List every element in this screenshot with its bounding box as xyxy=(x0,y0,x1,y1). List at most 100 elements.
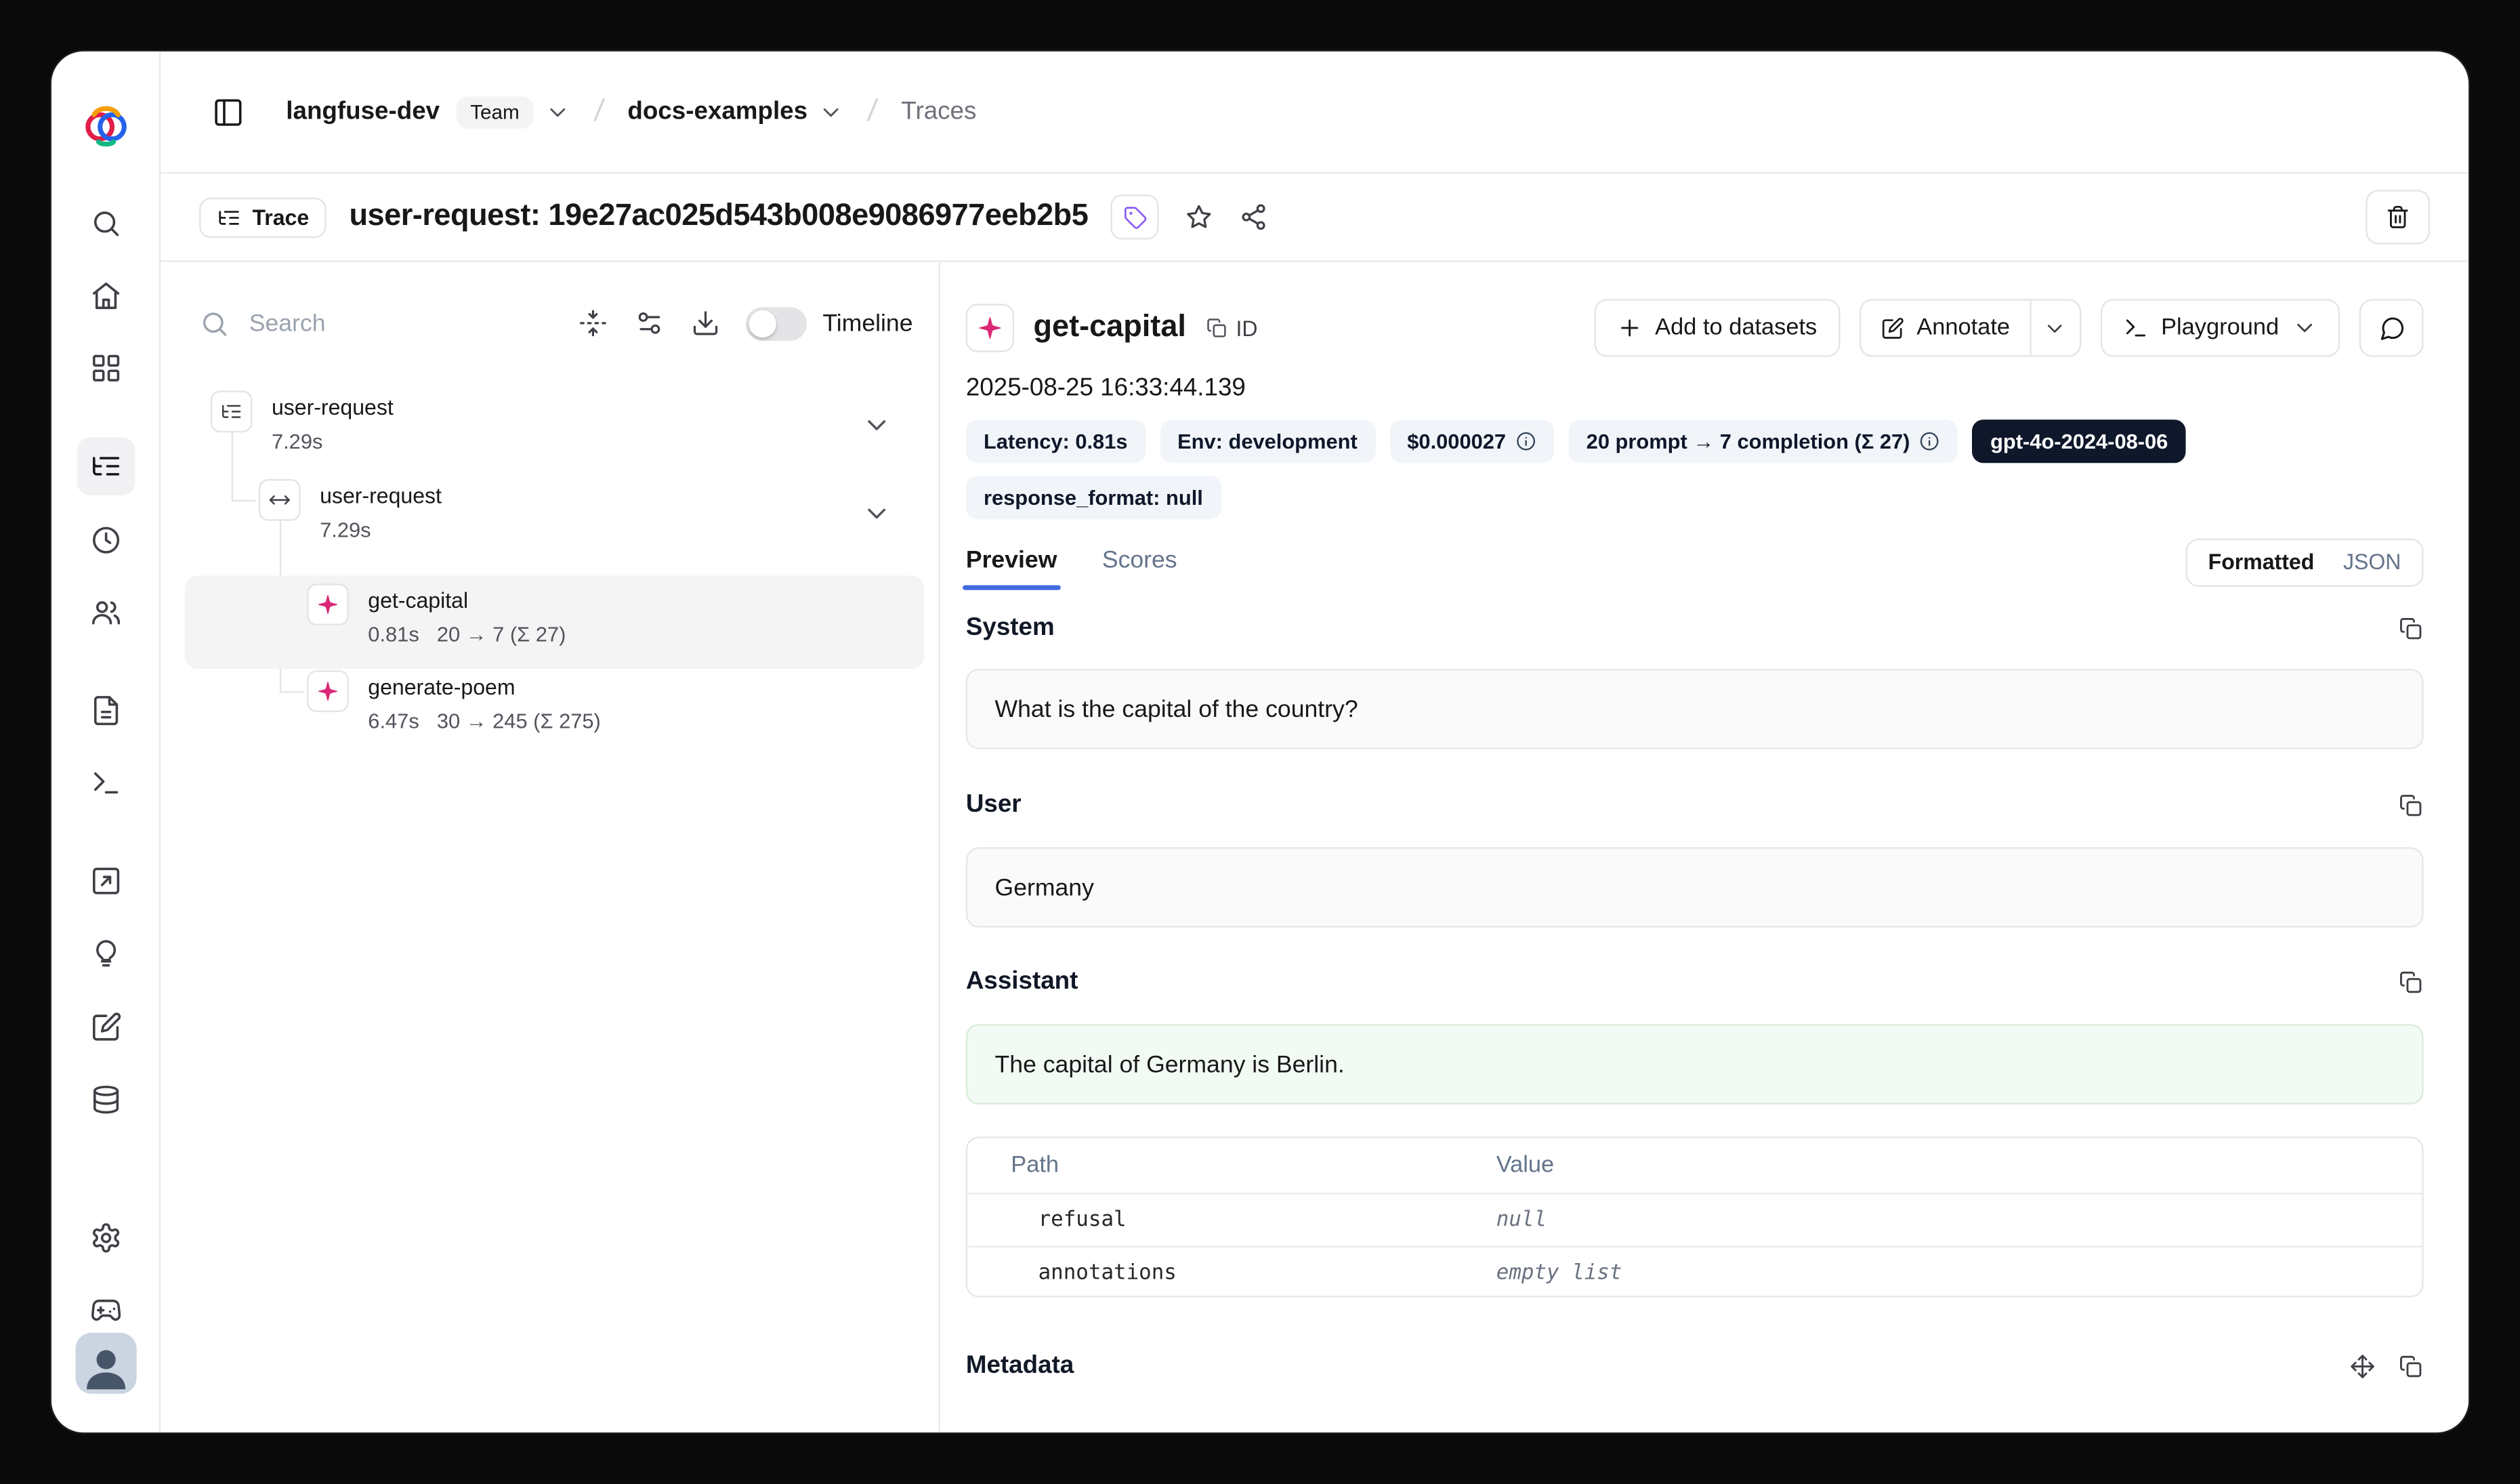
column-header-value: Value xyxy=(1496,1153,1554,1178)
system-message-text: What is the capital of the country? xyxy=(995,695,1358,722)
node-label: user-request xyxy=(320,479,442,513)
annotation-icon[interactable] xyxy=(77,998,135,1056)
system-section-header: System xyxy=(966,609,2424,648)
trash-icon xyxy=(2385,204,2411,230)
tracing-icon[interactable] xyxy=(77,437,135,495)
sidebar-toggle-icon[interactable] xyxy=(212,96,244,127)
playground-button[interactable]: Playground xyxy=(2100,299,2340,356)
share-button[interactable] xyxy=(1239,203,1268,232)
support-icon[interactable] xyxy=(77,1281,135,1339)
generation-icon xyxy=(307,670,349,712)
trace-header-bar: Trace user-request: 19e27ac025d543b008e9… xyxy=(161,173,2469,262)
format-json[interactable]: JSON xyxy=(2329,540,2416,585)
search-input[interactable] xyxy=(249,310,551,337)
copy-icon xyxy=(2398,970,2424,995)
trace-type-pill: Trace xyxy=(199,197,327,237)
langfuse-logo[interactable] xyxy=(82,100,130,148)
chevron-down-icon xyxy=(2292,315,2317,341)
info-icon[interactable] xyxy=(1515,431,1536,452)
latency-badge: Latency: 0.81s xyxy=(966,419,1146,463)
terminal-icon xyxy=(2122,315,2148,341)
download-button[interactable] xyxy=(691,309,720,338)
dashboards-icon[interactable] xyxy=(77,339,135,397)
annotate-label: Annotate xyxy=(1916,315,2010,341)
row-path: annotations xyxy=(1038,1261,1177,1285)
row-value: empty list xyxy=(1496,1261,1622,1285)
collapse-all-button[interactable] xyxy=(579,309,608,338)
prompts-icon[interactable] xyxy=(77,682,135,739)
annotate-button[interactable]: Annotate xyxy=(1860,301,2029,356)
tab-scores[interactable]: Scores xyxy=(1102,535,1177,590)
assistant-message-text: The capital of Germany is Berlin. xyxy=(995,1050,1345,1077)
node-label: get-capital xyxy=(368,583,566,617)
datasets-icon[interactable] xyxy=(77,1071,135,1128)
copy-id-button[interactable]: ID xyxy=(1205,316,1257,340)
tree-item-get-capital[interactable]: get-capital 0.81s 20 → 7 (Σ 27) xyxy=(185,575,924,669)
playground-icon[interactable] xyxy=(77,754,135,812)
annotate-dropdown-button[interactable] xyxy=(2031,301,2079,356)
breadcrumb-traces[interactable]: Traces xyxy=(901,98,976,127)
org-name[interactable]: langfuse-dev xyxy=(286,98,440,127)
model-badge[interactable]: gpt-4o-2024-08-06 xyxy=(1973,419,2185,463)
tag-icon xyxy=(1122,205,1147,229)
page-background: langfuse-dev Team / docs-examples / Trac… xyxy=(0,0,2520,1484)
chevron-down-icon[interactable] xyxy=(819,99,845,125)
search-icon xyxy=(199,308,230,338)
tree-toolbar: Timeline xyxy=(199,291,912,355)
tree-connector xyxy=(232,500,256,501)
trace-type-label: Trace xyxy=(252,205,309,229)
user-avatar[interactable] xyxy=(76,1333,137,1394)
span-node-icon xyxy=(259,479,301,521)
users-icon[interactable] xyxy=(77,583,135,641)
id-label: ID xyxy=(1236,316,1257,340)
evaluators-icon[interactable] xyxy=(77,852,135,909)
copy-system-button[interactable] xyxy=(2398,616,2424,642)
node-duration: 7.29s xyxy=(272,424,322,458)
bookmark-star-button[interactable] xyxy=(1185,203,1214,232)
copy-user-button[interactable] xyxy=(2398,793,2424,819)
sidebar-rail xyxy=(51,51,161,1433)
delete-trace-button[interactable] xyxy=(2366,190,2430,245)
timeline-toggle[interactable] xyxy=(745,306,806,340)
chevron-down-icon[interactable] xyxy=(545,99,571,125)
cost-badge: $0.000027 xyxy=(1389,419,1554,463)
list-tree-icon xyxy=(217,205,241,229)
chevron-down-icon[interactable] xyxy=(862,498,892,529)
copy-assistant-button[interactable] xyxy=(2398,970,2424,995)
table-row: annotations empty list xyxy=(967,1246,2422,1298)
tree-settings-button[interactable] xyxy=(635,309,664,338)
search-icon[interactable] xyxy=(77,194,135,252)
tab-preview[interactable]: Preview xyxy=(966,535,1057,590)
comments-button[interactable] xyxy=(2359,299,2424,356)
sessions-icon[interactable] xyxy=(77,511,135,569)
node-label: user-request xyxy=(272,391,394,425)
env-badge: Env: development xyxy=(1160,419,1375,463)
insights-icon[interactable] xyxy=(77,924,135,982)
format-formatted[interactable]: Formatted xyxy=(2193,540,2328,585)
add-to-datasets-button[interactable]: Add to datasets xyxy=(1594,299,1839,356)
badge-row: Latency: 0.81s Env: development $0.00002… xyxy=(966,419,2186,463)
tree-item-generate-poem[interactable]: generate-poem 6.47s 30 → 245 (Σ 275) xyxy=(185,662,924,756)
copy-metadata-button[interactable] xyxy=(2398,1354,2424,1380)
chevron-down-icon[interactable] xyxy=(862,410,892,440)
section-title: System xyxy=(966,614,1055,643)
generation-icon xyxy=(966,304,1014,352)
home-icon[interactable] xyxy=(77,267,135,325)
playground-label: Playground xyxy=(2161,315,2279,341)
user-message-text: Germany xyxy=(995,873,1094,901)
info-icon[interactable] xyxy=(1920,431,1941,452)
move-metadata-button[interactable] xyxy=(2350,1354,2376,1380)
tree-item-user-request-span[interactable]: user-request 7.29s xyxy=(259,479,902,569)
copy-icon xyxy=(2398,793,2424,819)
detail-header: get-capital ID Add to datasets Annotate xyxy=(966,297,2424,358)
response-format-badge: response_format: null xyxy=(966,476,1221,519)
tag-button[interactable] xyxy=(1111,194,1159,239)
tree-item-user-request[interactable]: user-request 7.29s xyxy=(211,391,902,481)
node-duration: 0.81s xyxy=(368,617,419,651)
trace-title: user-request: 19e27ac025d543b008e9086977… xyxy=(349,199,1088,234)
settings-gear-icon[interactable] xyxy=(77,1209,135,1266)
node-tokens: 20 → 7 (Σ 27) xyxy=(437,617,566,651)
badge-row: response_format: null xyxy=(966,476,1221,519)
project-name[interactable]: docs-examples xyxy=(627,98,807,127)
detail-tabs: Preview Scores xyxy=(966,535,1177,590)
